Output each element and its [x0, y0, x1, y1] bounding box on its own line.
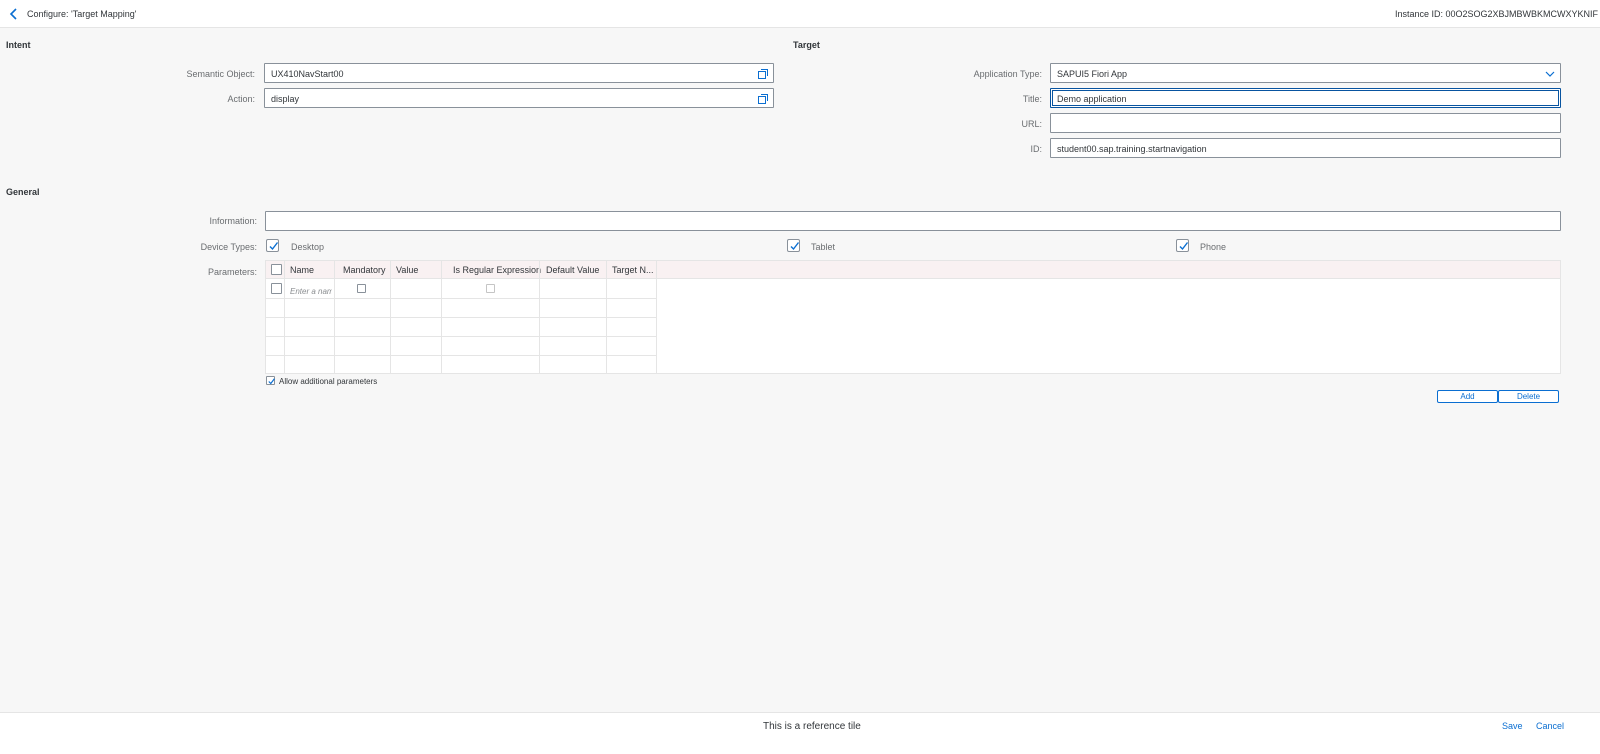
- is-regex-checkbox[interactable]: [486, 284, 495, 293]
- tablet-label: Tablet: [811, 242, 836, 252]
- row-divider: [266, 336, 657, 337]
- footer-message: This is a reference tile: [763, 721, 861, 732]
- back-arrow-icon[interactable]: [7, 7, 21, 21]
- parameters-label: Parameters:: [207, 267, 257, 277]
- general-section-title: General: [6, 187, 40, 197]
- page-title: Configure: 'Target Mapping': [27, 9, 137, 19]
- footer-bar: This is a reference tile Save Cancel: [0, 712, 1600, 754]
- phone-checkbox[interactable]: [1176, 239, 1189, 252]
- target-section-title: Target: [793, 40, 820, 50]
- allow-additional-label: Allow additional parameters: [279, 377, 378, 386]
- column-header-value[interactable]: Value: [396, 265, 418, 275]
- title-input[interactable]: Demo application: [1050, 88, 1561, 108]
- delete-button[interactable]: Delete: [1498, 390, 1559, 403]
- action-value: display: [271, 94, 300, 104]
- semantic-object-value: UX410NavStart00: [271, 69, 344, 79]
- tablet-checkbox[interactable]: [787, 239, 800, 252]
- application-type-value: SAPUI5 Fiori App: [1057, 69, 1128, 79]
- allow-additional-checkbox[interactable]: [266, 376, 275, 385]
- cancel-button[interactable]: Cancel: [1536, 721, 1564, 731]
- semantic-object-label: Semantic Object:: [186, 69, 255, 79]
- desktop-checkbox[interactable]: [266, 239, 279, 252]
- value-help-icon[interactable]: [757, 68, 769, 80]
- column-header-is-regular-expression[interactable]: Is Regular Expression: [453, 265, 541, 275]
- add-button[interactable]: Add: [1437, 390, 1498, 403]
- save-button[interactable]: Save: [1502, 721, 1523, 731]
- desktop-label: Desktop: [291, 242, 325, 252]
- row-divider: [266, 298, 657, 299]
- title-value: Demo application: [1057, 94, 1127, 104]
- name-input-placeholder[interactable]: Enter a name: [290, 287, 332, 296]
- column-header-target-name[interactable]: Target N...: [612, 265, 654, 275]
- title-label: Title:: [1022, 94, 1042, 104]
- column-header-default-value[interactable]: Default Value: [546, 265, 599, 275]
- value-help-icon[interactable]: [757, 93, 769, 105]
- header-bar: Configure: 'Target Mapping' Instance ID:…: [0, 0, 1600, 28]
- url-label: URL:: [1021, 119, 1042, 129]
- id-label: ID:: [1030, 144, 1042, 154]
- select-all-checkbox[interactable]: [271, 264, 282, 275]
- application-type-select[interactable]: SAPUI5 Fiori App: [1050, 63, 1561, 83]
- information-label: Information:: [209, 216, 257, 226]
- row-divider: [266, 355, 657, 356]
- column-header-mandatory[interactable]: Mandatory: [343, 265, 386, 275]
- id-input[interactable]: student00.sap.training.startnavigation: [1050, 138, 1561, 158]
- instance-id: Instance ID: 00O2SOG2XBJMBWBKMCWXYKNIF: [1394, 9, 1598, 19]
- url-input[interactable]: [1050, 113, 1561, 133]
- parameters-table: Name Mandatory Value Is Regular Expressi…: [265, 260, 1561, 374]
- intent-section-title: Intent: [6, 40, 31, 50]
- row-select-checkbox[interactable]: [271, 283, 282, 294]
- table-header: Name Mandatory Value Is Regular Expressi…: [266, 261, 1560, 279]
- application-type-label: Application Type:: [973, 69, 1042, 79]
- column-header-name[interactable]: Name: [290, 265, 314, 275]
- id-value: student00.sap.training.startnavigation: [1057, 144, 1207, 154]
- semantic-object-input[interactable]: UX410NavStart00: [264, 63, 774, 83]
- action-label: Action:: [227, 94, 255, 104]
- information-input[interactable]: [265, 211, 1561, 231]
- device-types-label: Device Types:: [200, 242, 257, 252]
- mandatory-checkbox[interactable]: [357, 284, 366, 293]
- phone-label: Phone: [1200, 242, 1227, 252]
- action-input[interactable]: display: [264, 88, 774, 108]
- row-divider: [266, 317, 657, 318]
- chevron-down-icon[interactable]: [1544, 68, 1556, 80]
